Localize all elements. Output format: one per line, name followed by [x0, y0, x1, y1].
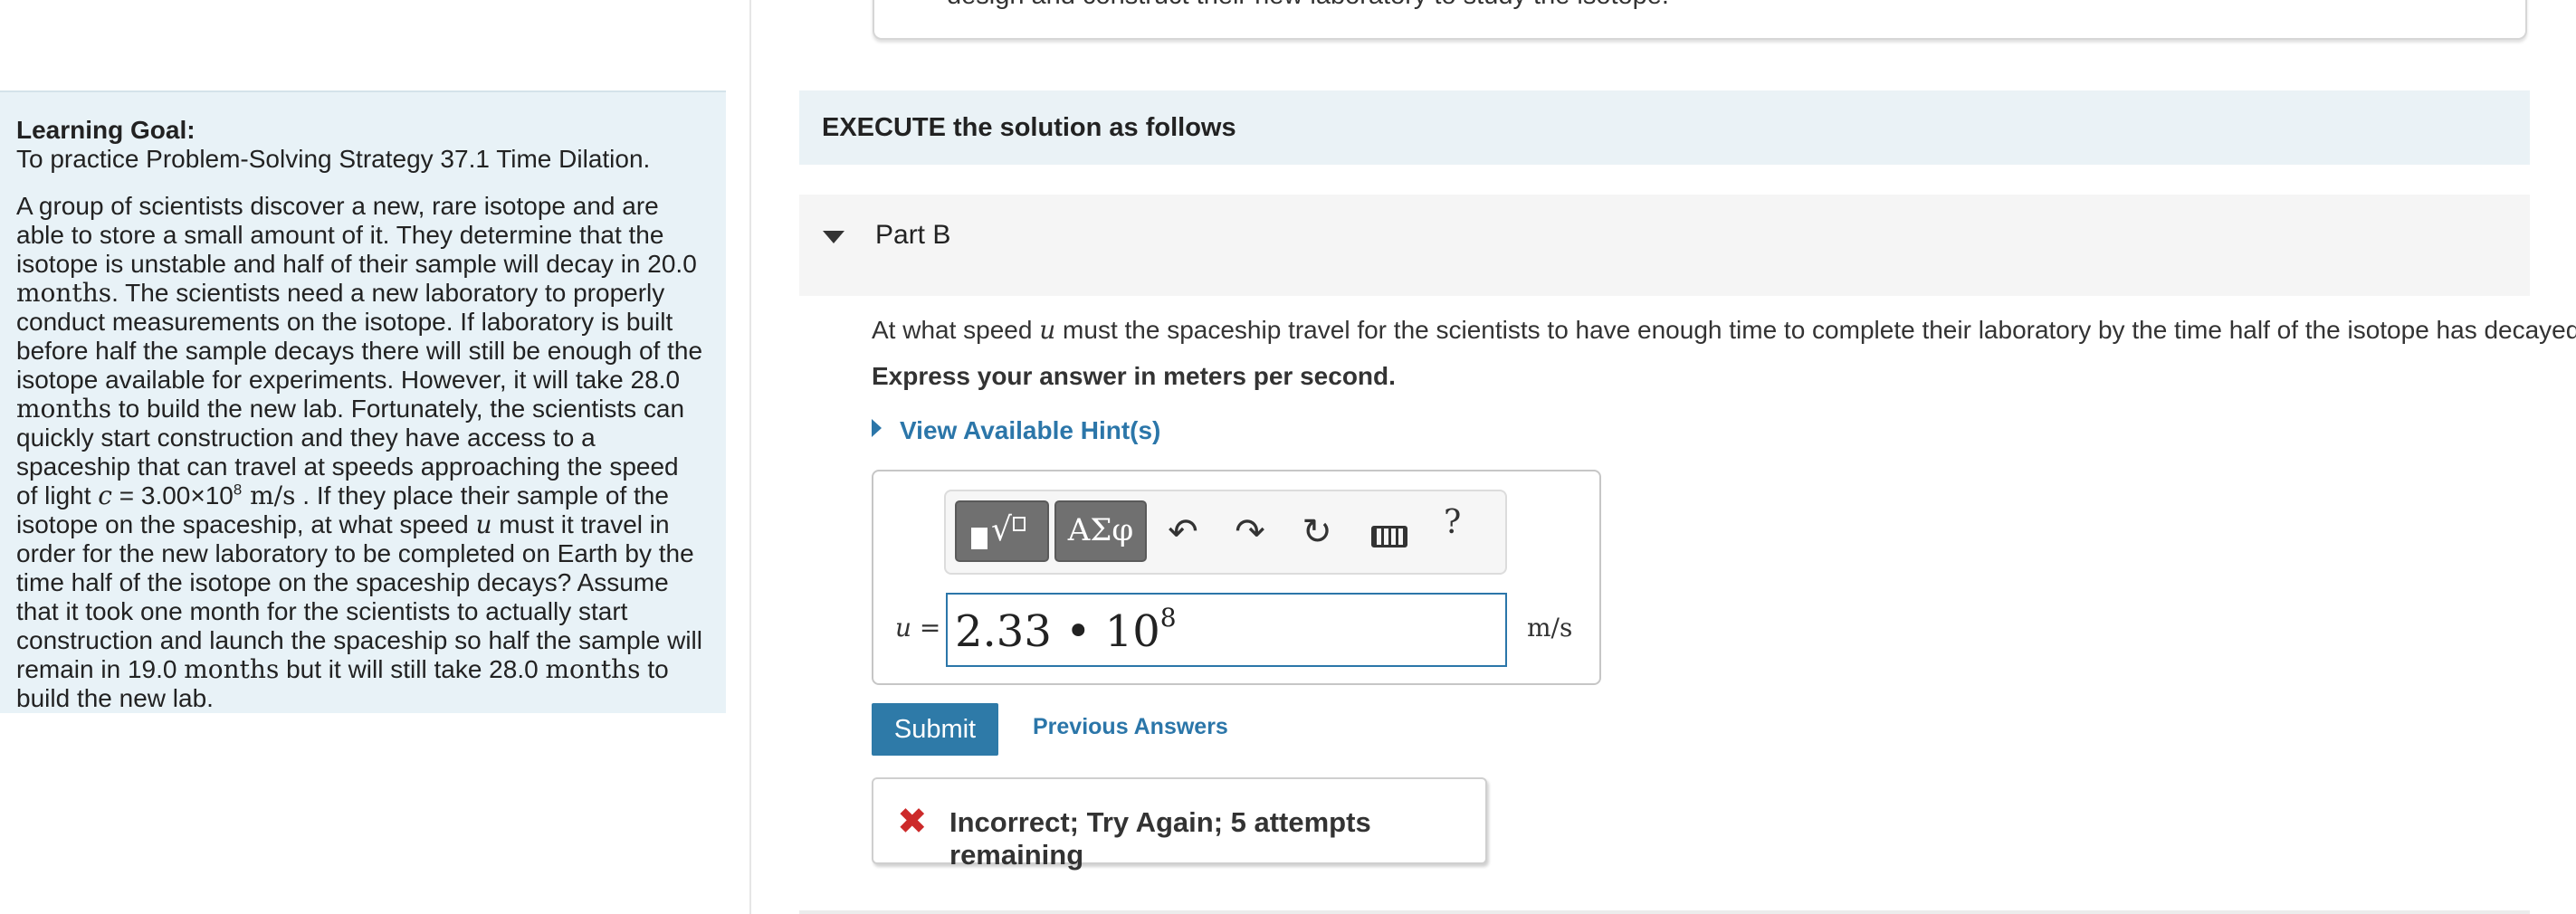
- learning-goal-panel: Learning Goal: To practice Problem-Solvi…: [0, 90, 726, 713]
- question-text: At what speed u must the spaceship trave…: [872, 315, 2576, 345]
- learning-goal-title: Learning Goal:: [16, 116, 196, 144]
- column-divider: [749, 0, 751, 914]
- incorrect-x-icon: ✖: [897, 801, 928, 843]
- answer-exponent: 8: [1159, 603, 1177, 633]
- reset-icon[interactable]: ↻: [1293, 502, 1340, 562]
- answer-instructions: Express your answer in meters per second…: [872, 362, 1396, 390]
- part-b-label: Part B: [875, 220, 951, 250]
- template-block-icon: [971, 528, 987, 549]
- redo-icon[interactable]: ↷: [1226, 502, 1274, 562]
- answer-box: √ ΑΣφ ↶ ↷ ↻ ? u = 2.33 • 108 m/s: [872, 470, 1601, 685]
- answer-input[interactable]: 2.33 • 108: [946, 593, 1507, 667]
- answer-unit: m/s: [1527, 613, 1573, 643]
- math-toolbar: √ ΑΣφ ↶ ↷ ↻ ?: [944, 490, 1507, 575]
- part-b-header[interactable]: Part B: [799, 195, 2530, 296]
- previous-answers-link[interactable]: Previous Answers: [1033, 714, 1228, 740]
- greek-symbols-button[interactable]: ΑΣφ: [1054, 500, 1147, 562]
- submit-button[interactable]: Submit: [872, 703, 998, 756]
- feedback-text: Incorrect; Try Again; 5 attempts remaini…: [949, 806, 1371, 871]
- collapse-triangle-icon[interactable]: [823, 231, 844, 243]
- template-box-icon: [1013, 517, 1026, 531]
- learning-goal-subtitle: To practice Problem-Solving Strategy 37.…: [16, 145, 651, 173]
- answer-variable-label: u =: [895, 613, 941, 643]
- view-hints-link[interactable]: View Available Hint(s): [872, 415, 1160, 446]
- templates-button[interactable]: √: [955, 500, 1049, 562]
- previous-part-card: design and construct their new laborator…: [873, 0, 2527, 40]
- help-icon[interactable]: ?: [1444, 504, 1461, 541]
- previous-part-text: design and construct their new laborator…: [947, 0, 1669, 9]
- execute-banner: EXECUTE the solution as follows: [799, 90, 2530, 165]
- keyboard-icon[interactable]: [1371, 526, 1407, 547]
- undo-icon[interactable]: ↶: [1159, 502, 1207, 562]
- next-section-edge: [799, 910, 2530, 914]
- sqrt-icon: √: [991, 511, 1012, 548]
- expand-triangle-icon: [872, 419, 882, 437]
- problem-statement: A group of scientists discover a new, ra…: [16, 192, 703, 712]
- feedback-box: ✖ Incorrect; Try Again; 5 attempts remai…: [872, 777, 1487, 871]
- answer-value: 2.33 • 10: [955, 606, 1160, 657]
